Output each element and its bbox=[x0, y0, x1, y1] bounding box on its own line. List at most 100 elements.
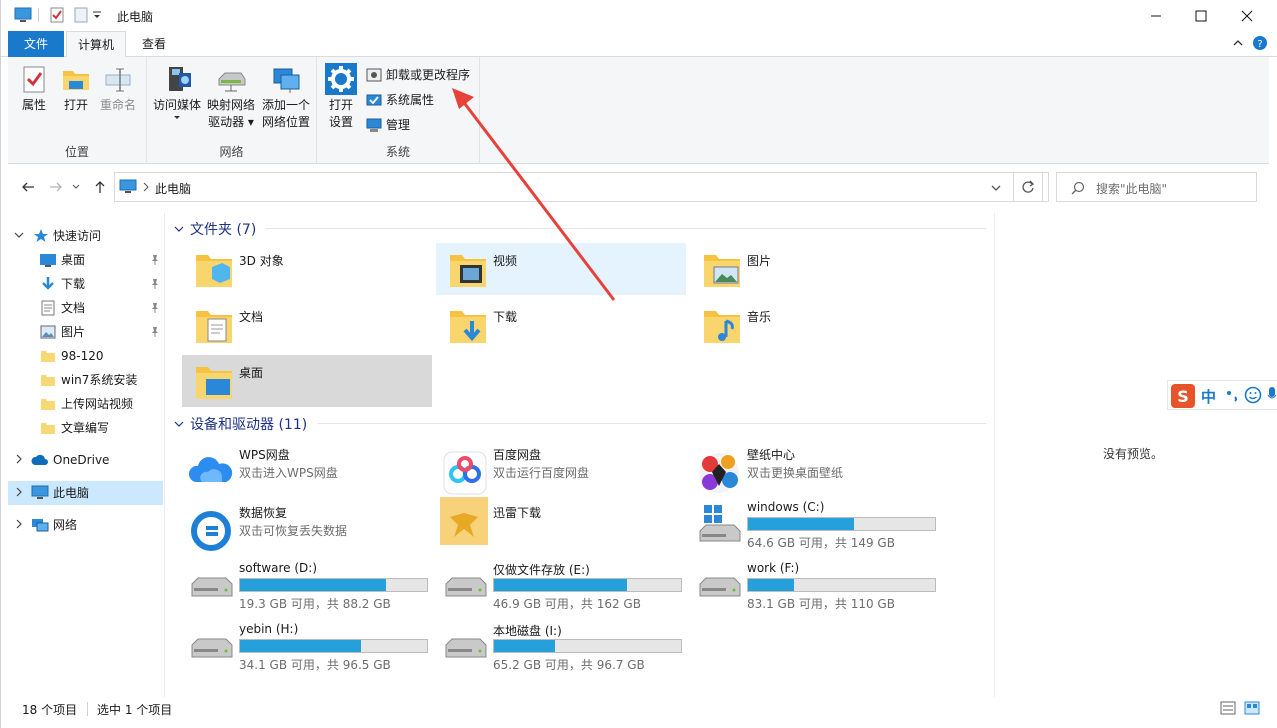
folder-tile-music[interactable]: 音乐 bbox=[690, 299, 940, 351]
expanded-chevron-icon bbox=[174, 222, 184, 238]
recent-locations-button[interactable] bbox=[70, 176, 82, 198]
nav-item-downloads[interactable]: 下载 bbox=[8, 272, 164, 296]
ribbon: 属性 打开 重命名 位置 访问媒体 映射网络 驱动器 ▾ 添加一个 网络位置 网… bbox=[8, 57, 1269, 164]
forward-button[interactable] bbox=[45, 176, 67, 198]
folder-tile-3d-objects[interactable]: 3D 对象 bbox=[182, 243, 432, 295]
new-folder-qa-icon[interactable] bbox=[72, 6, 90, 24]
devices-section-header[interactable]: 设备和驱动器 (11) bbox=[174, 414, 307, 434]
nav-item-desktop[interactable]: 桌面 bbox=[8, 248, 164, 272]
maximize-button[interactable] bbox=[1178, 0, 1224, 31]
folder-tile-documents[interactable]: 文档 bbox=[182, 299, 432, 351]
manage-button[interactable]: 管理 bbox=[366, 114, 410, 136]
device-baidu-netdisk[interactable]: 百度网盘 双击运行百度网盘 bbox=[436, 446, 686, 502]
folder-name: 3D 对象 bbox=[239, 254, 284, 268]
ime-mode-indicator[interactable]: 中 bbox=[1201, 386, 1216, 407]
system-properties-button[interactable]: 系统属性 bbox=[366, 89, 434, 111]
tab-view[interactable]: 查看 bbox=[132, 31, 176, 57]
properties-qa-icon[interactable] bbox=[48, 6, 66, 24]
pin-icon[interactable] bbox=[150, 278, 160, 290]
open-button[interactable]: 打开 bbox=[56, 63, 96, 114]
nav-network[interactable]: 网络 bbox=[8, 513, 164, 537]
nav-item-pictures[interactable]: 图片 bbox=[8, 320, 164, 344]
folder-name: 音乐 bbox=[747, 310, 772, 324]
folders-section-header[interactable]: 文件夹 (7) bbox=[174, 219, 256, 239]
drive-e[interactable]: 仅做文件存放 (E:) 46.9 GB 可用，共 162 GB bbox=[436, 558, 686, 614]
nav-label: 此电脑 bbox=[53, 486, 90, 500]
nav-item-folder[interactable]: win7系统安装 bbox=[8, 368, 164, 392]
nav-item-folder[interactable]: 文章编写 bbox=[8, 416, 164, 440]
ribbon-collapse-icon[interactable] bbox=[1232, 37, 1244, 49]
nav-item-folder[interactable]: 上传网站视频 bbox=[8, 392, 164, 416]
address-history-icon[interactable] bbox=[990, 182, 1002, 194]
emoji-icon[interactable] bbox=[1244, 386, 1262, 404]
folder-name: 下载 bbox=[493, 310, 518, 324]
network-location-icon bbox=[270, 63, 302, 95]
device-wps-cloud[interactable]: WPS网盘 双击进入WPS网盘 bbox=[182, 446, 432, 502]
access-media-button[interactable]: 访问媒体 bbox=[151, 63, 203, 122]
ime-toolbar[interactable]: S 中 bbox=[1167, 380, 1277, 410]
uninstall-programs-button[interactable]: 卸载或更改程序 bbox=[366, 64, 470, 86]
back-button[interactable] bbox=[17, 176, 39, 198]
qa-customize-icon[interactable] bbox=[92, 6, 102, 24]
tab-file[interactable]: 文件 bbox=[8, 31, 64, 57]
tab-computer[interactable]: 计算机 bbox=[66, 31, 126, 58]
nav-quick-access[interactable]: 快速访问 bbox=[8, 224, 164, 248]
refresh-button[interactable] bbox=[1013, 172, 1043, 202]
search-box[interactable]: 搜索"此电脑" bbox=[1056, 172, 1257, 202]
pin-icon[interactable] bbox=[150, 254, 160, 266]
address-bar[interactable]: 此电脑 bbox=[114, 172, 1049, 202]
device-thunder-download[interactable]: 迅雷下载 bbox=[436, 497, 686, 553]
rename-button[interactable]: 重命名 bbox=[96, 63, 140, 114]
breadcrumb[interactable]: 此电脑 bbox=[155, 180, 191, 197]
details-view-icon[interactable] bbox=[1220, 701, 1236, 715]
nav-label: win7系统安装 bbox=[61, 373, 138, 387]
window-title: 此电脑 bbox=[117, 10, 154, 24]
nav-label: 文档 bbox=[61, 301, 86, 315]
folder-tile-desktop[interactable]: 桌面 bbox=[182, 355, 432, 407]
folder-name: 文档 bbox=[239, 310, 264, 324]
up-button[interactable] bbox=[89, 176, 111, 198]
no-preview-text: 没有预览。 bbox=[1103, 447, 1164, 461]
help-icon[interactable]: ? bbox=[1252, 35, 1268, 51]
settings-gear-icon bbox=[325, 63, 357, 95]
manage-label: 管理 bbox=[386, 118, 411, 132]
nav-this-pc[interactable]: 此电脑 bbox=[8, 481, 163, 505]
drive-f[interactable]: work (F:) 83.1 GB 可用，共 110 GB bbox=[690, 558, 940, 614]
properties-icon bbox=[18, 63, 50, 95]
drive-d[interactable]: software (D:) 19.3 GB 可用，共 88.2 GB bbox=[182, 558, 432, 614]
map-drive-button[interactable]: 映射网络 驱动器 ▾ bbox=[205, 63, 257, 131]
minimize-button[interactable] bbox=[1133, 0, 1179, 31]
device-data-recovery[interactable]: 数据恢复 双击可恢复丢失数据 bbox=[182, 504, 432, 560]
punctuation-icon[interactable] bbox=[1225, 387, 1241, 403]
cloud-icon bbox=[31, 452, 48, 468]
drive-free-space: 83.1 GB 可用，共 110 GB bbox=[747, 597, 895, 611]
drive-i[interactable]: 本地磁盘 (I:) 65.2 GB 可用，共 96.7 GB bbox=[436, 619, 686, 675]
nav-item-folder[interactable]: 98-120 bbox=[8, 344, 164, 368]
navigation-pane: 快速访问 桌面 下载 文档 图片 98-120 win7系统安装 上传网站视频 … bbox=[8, 213, 165, 697]
breadcrumb-chevron-icon bbox=[142, 181, 150, 193]
hard-drive-icon bbox=[442, 623, 488, 669]
rename-label: 重命名 bbox=[99, 98, 136, 112]
device-wallpaper-center[interactable]: 壁纸中心 双击更换桌面壁纸 bbox=[690, 446, 940, 502]
drive-free-space: 64.6 GB 可用，共 149 GB bbox=[747, 536, 895, 550]
properties-button[interactable]: 属性 bbox=[14, 63, 54, 114]
device-name: 壁纸中心 bbox=[747, 448, 796, 462]
pin-icon[interactable] bbox=[150, 326, 160, 338]
chevron-down-icon bbox=[71, 182, 81, 192]
folder-tile-pictures[interactable]: 图片 bbox=[690, 243, 940, 295]
drive-c[interactable]: windows (C:) 64.6 GB 可用，共 149 GB bbox=[690, 497, 940, 553]
pin-icon[interactable] bbox=[150, 302, 160, 314]
folder-tile-videos[interactable]: 视频 bbox=[436, 243, 686, 295]
nav-item-documents[interactable]: 文档 bbox=[8, 296, 164, 320]
group-label-location: 位置 bbox=[64, 145, 89, 159]
open-settings-button[interactable]: 打开 设置 bbox=[323, 63, 359, 131]
folder-tile-downloads[interactable]: 下载 bbox=[436, 299, 686, 351]
microphone-icon[interactable] bbox=[1267, 386, 1277, 404]
drive-h[interactable]: yebin (H:) 34.1 GB 可用，共 96.5 GB bbox=[182, 619, 432, 675]
close-button[interactable] bbox=[1224, 0, 1270, 31]
large-icons-view-icon[interactable] bbox=[1244, 701, 1260, 715]
item-count: 18 个项目 bbox=[22, 703, 78, 717]
music-folder-icon bbox=[702, 305, 742, 347]
nav-onedrive[interactable]: OneDrive bbox=[8, 448, 164, 472]
add-network-location-button[interactable]: 添加一个 网络位置 bbox=[259, 63, 313, 131]
